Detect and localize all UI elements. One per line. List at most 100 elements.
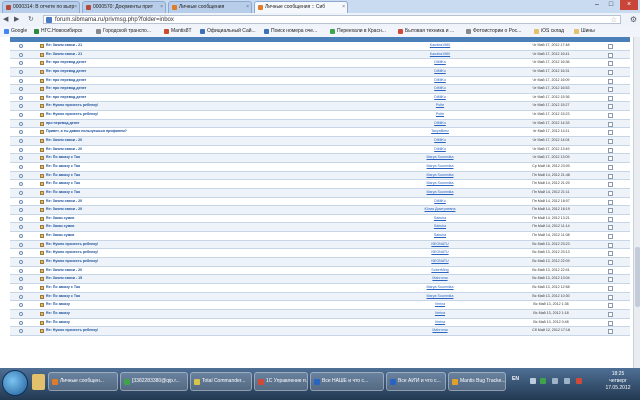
message-author-link[interactable]: Marya Soumnika (390, 180, 490, 188)
message-subject-link[interactable]: Re: Нужно прочесть ребенку! (46, 102, 266, 110)
bookmark-item[interactable]: Google (4, 26, 27, 37)
message-author-link[interactable]: NEONATU (390, 249, 490, 257)
minimize-window-icon[interactable]: – (590, 0, 604, 10)
back-icon[interactable]: ◀ (3, 15, 8, 24)
site-info-icon[interactable] (46, 17, 52, 23)
vertical-scrollbar[interactable] (633, 37, 640, 368)
message-select-checkbox[interactable] (608, 44, 613, 49)
address-bar[interactable]: forum.sibmama.ru/privmsg.php?folder=inbo… (43, 15, 621, 24)
message-author-link[interactable]: Marya Soumnika (390, 189, 490, 197)
bookmark-item[interactable]: НГС.Новосибирск (34, 26, 82, 37)
message-author-link[interactable]: Marya Soumnika (390, 154, 490, 162)
message-author-link[interactable]: Marya Soumnika (390, 293, 490, 301)
message-subject-link[interactable]: Re: про перевод денег (46, 59, 266, 67)
wrench-menu-icon[interactable]: ⚙ (630, 15, 637, 24)
table-row[interactable]: Привет, а ты давно пользуешься профилем?… (10, 128, 630, 138)
message-subject-link[interactable]: Re: про перевод денег (46, 85, 266, 93)
forward-icon[interactable]: ▶ (14, 15, 19, 24)
message-select-checkbox[interactable] (608, 130, 613, 136)
message-select-checkbox[interactable] (608, 182, 613, 188)
message-subject-link[interactable]: Re: Зачем связи - 20 (46, 146, 266, 154)
reload-icon[interactable]: ↻ (28, 15, 34, 24)
explorer-icon[interactable] (32, 374, 45, 390)
table-row[interactable]: Re: По заказу с Тао Marya Soumnika Вс Май … (10, 292, 630, 302)
message-author-link[interactable]: NEONATU (390, 258, 490, 266)
message-subject-link[interactable]: Re: Нужно прочесть ребенку! (46, 249, 266, 257)
message-author-link[interactable]: DiMiKu (390, 85, 490, 93)
message-subject-link[interactable]: Re: Нужно прочесть ребенку! (46, 327, 266, 335)
message-select-checkbox[interactable] (608, 113, 613, 119)
message-subject-link[interactable]: Re: По заказу с Тао (46, 163, 266, 171)
message-subject-link[interactable]: Re: про перевод денег (46, 68, 266, 76)
browser-tab[interactable]: 0000570: Документы прит × (82, 1, 166, 13)
message-select-checkbox[interactable] (608, 190, 613, 196)
close-tab-icon[interactable]: × (74, 2, 77, 13)
close-tab-icon[interactable]: × (342, 2, 345, 13)
table-row[interactable]: Re: Зачем связи - 20 DiMiKu Чт Май 17, 201… (10, 137, 630, 146)
table-row[interactable]: Re: По заказу с Тао Marya Soumnika Чт Май … (10, 154, 630, 163)
message-select-checkbox[interactable] (608, 95, 613, 101)
close-tab-icon[interactable]: × (246, 2, 249, 13)
message-author-link[interactable]: Sabuka (390, 215, 490, 223)
taskbar-button[interactable]: [3382283380@qip.r... (120, 372, 188, 391)
table-row[interactable]: Re: про перевод денег DiMiKu Чт Май 17, 20… (10, 94, 630, 103)
message-select-checkbox[interactable] (608, 164, 613, 170)
table-row[interactable]: Re: По заказу с Тао Marya Soumnika Ср Май … (10, 163, 630, 172)
message-select-checkbox[interactable] (608, 234, 613, 240)
table-row[interactable]: Re: Заказ сумки Sabuka Пн Май 14, 2012 11:… (10, 223, 630, 233)
taskbar-button[interactable]: Личные сообщен... (48, 372, 118, 391)
table-row[interactable]: Re: Нужно прочесть ребенку! NEONATU Вс Май… (10, 258, 630, 267)
message-subject-link[interactable]: Re: По заказу с Тао (46, 293, 266, 301)
message-select-checkbox[interactable] (608, 173, 613, 179)
table-row[interactable]: Re: Зачем связи - 20 DiMiKu Пн Май 14, 201… (10, 198, 630, 207)
message-author-link[interactable]: NEONATU (390, 241, 490, 249)
table-row[interactable]: Re: По заказу с Тао Marya Soumnika Пн Май … (10, 180, 630, 189)
message-select-checkbox[interactable] (608, 285, 613, 291)
bookmark-item[interactable]: Mantis8T (164, 26, 192, 37)
message-select-checkbox[interactable] (608, 199, 613, 205)
message-author-link[interactable]: DiMiKu (390, 198, 490, 206)
message-author-link[interactable]: Verina (390, 310, 490, 318)
message-subject-link[interactable]: Re: про перевод денег (46, 94, 266, 102)
bookmark-item[interactable]: Бытовая техника и ... (398, 26, 454, 37)
table-row[interactable]: Re: про перевод денег DiMiKu Чт Май 17, 20… (10, 77, 630, 86)
table-row[interactable]: Re: По заказу Verina Вс Май 13, 2012 1:18 (10, 309, 630, 319)
message-select-checkbox[interactable] (608, 225, 613, 231)
message-subject-link[interactable]: Re: Нужно прочесть ребенку! (46, 258, 266, 266)
message-select-checkbox[interactable] (608, 104, 613, 110)
start-button[interactable] (2, 370, 28, 396)
table-row[interactable]: Re: Зачем связи - 20 DiMiKu Чт Май 17, 201… (10, 146, 630, 155)
message-select-checkbox[interactable] (608, 311, 613, 317)
tray-app-icon[interactable] (530, 378, 536, 384)
message-select-checkbox[interactable] (608, 251, 613, 257)
message-author-link[interactable]: Kaudira1980 (390, 51, 490, 59)
table-row[interactable]: Re: Заказ сумки Sabuka Пн Май 14, 2012 11:… (10, 232, 630, 241)
table-row[interactable]: Re: Нужно прочесть ребенку! Polte Чт Май 1… (10, 111, 630, 120)
message-author-link[interactable]: DiMiKu (390, 77, 490, 85)
message-subject-link[interactable]: Re: Заказ сумки (46, 215, 266, 223)
message-select-checkbox[interactable] (608, 156, 613, 162)
table-row[interactable]: Re: По заказу Verina Вс Май 13, 2012 0:48 (10, 319, 630, 328)
table-row[interactable]: Re: про перевод денег DiMiKu Чт Май 17, 20… (10, 59, 630, 68)
table-row[interactable]: Re: По заказу с Тао Marya Soumnika Пн Май … (10, 188, 630, 198)
message-select-checkbox[interactable] (608, 216, 613, 222)
message-author-link[interactable]: DiMiKu (390, 137, 490, 145)
bookmark-item[interactable]: Шины (574, 26, 595, 37)
message-subject-link[interactable]: Re: Зачем связи - 20 (46, 137, 266, 145)
table-row[interactable]: Re: Нужно прочесть ребенку! Mahroma Сб Май… (10, 327, 630, 336)
message-subject-link[interactable]: Re: про перевод денег (46, 77, 266, 85)
message-select-checkbox[interactable] (608, 208, 613, 214)
bookmark-item[interactable]: Официальный Сай... (200, 26, 256, 37)
message-select-checkbox[interactable] (608, 294, 613, 300)
browser-tab[interactable]: 0000314: В отчете по выгр × (2, 1, 80, 13)
message-author-link[interactable]: DiMiKu (390, 120, 490, 128)
table-row[interactable]: Re: Зачем связи - 21 Kaudira1980 Чт Май 17… (10, 42, 630, 51)
table-row[interactable]: Re: Заказ сумки Sabuka Пн Май 14, 2012 13:… (10, 215, 630, 224)
message-subject-link[interactable]: Re: По заказу с Тао (46, 154, 266, 162)
bookmark-star-icon[interactable]: ☆ (611, 16, 617, 25)
message-subject-link[interactable]: Re: По заказу с Тао (46, 189, 266, 197)
message-select-checkbox[interactable] (608, 320, 613, 326)
bookmark-item[interactable]: Переехали в Красн... (330, 26, 386, 37)
message-author-link[interactable]: Verina (390, 301, 490, 309)
message-author-link[interactable]: TanyaBeez (390, 128, 490, 136)
